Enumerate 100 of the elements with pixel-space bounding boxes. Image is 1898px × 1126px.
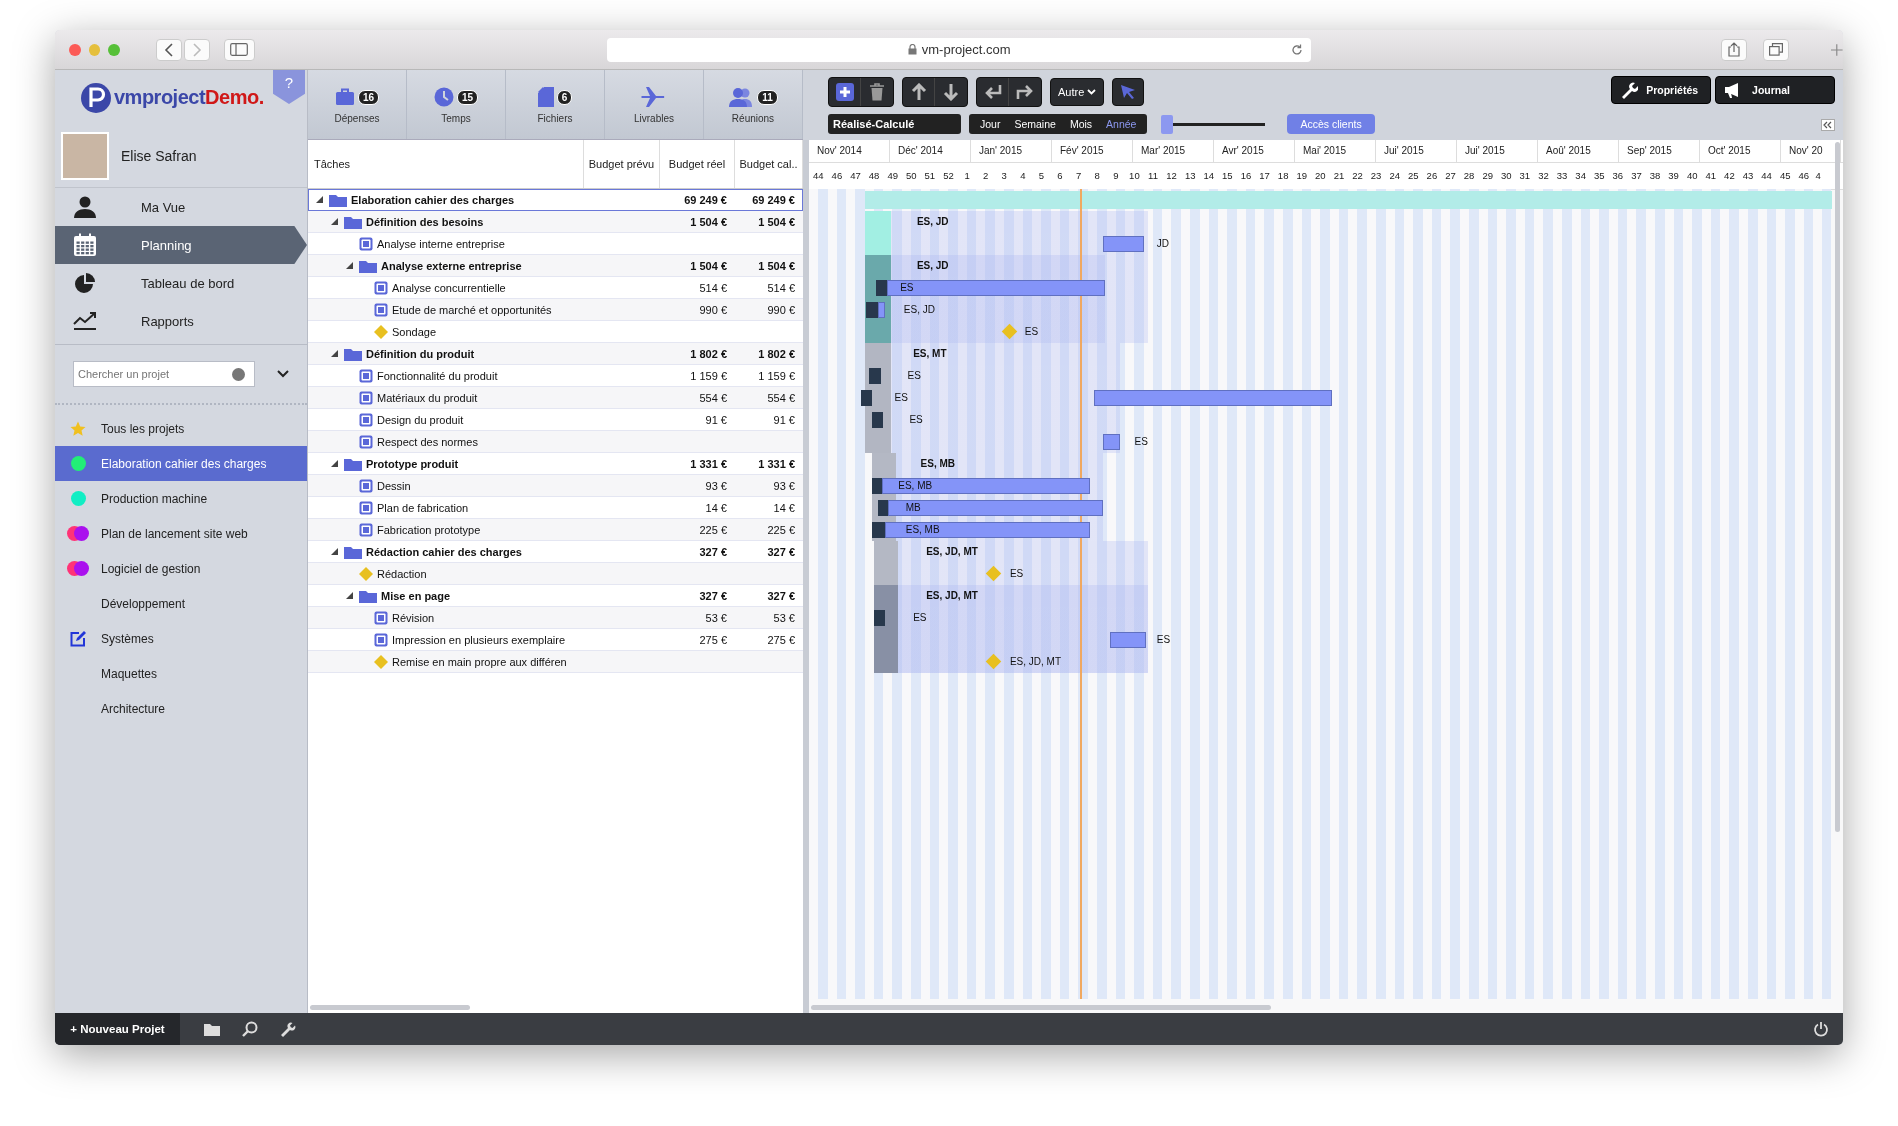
task-row[interactable]: Analyse externe entreprise 1 504 € 1 504 € [308, 255, 803, 277]
close-icon[interactable] [69, 43, 81, 56]
time-scale-tab[interactable]: Jour [973, 118, 1008, 130]
module-tab[interactable]: 16 Dépenses [308, 70, 407, 139]
project-item[interactable]: Logiciel de gestion [55, 551, 307, 586]
collapse-icon[interactable] [1821, 119, 1835, 131]
progress-marker[interactable] [872, 412, 884, 428]
project-item[interactable]: Développement [55, 586, 307, 621]
module-tab[interactable]: 6 Fichiers [506, 70, 605, 139]
module-tab[interactable]: 15 Temps [407, 70, 506, 139]
progress-marker[interactable] [877, 500, 889, 516]
folder-icon[interactable] [204, 1022, 220, 1036]
power-icon[interactable] [1813, 1021, 1829, 1037]
search-field[interactable]: Chercher un projet [73, 361, 255, 387]
folder-icon [344, 346, 362, 361]
pointer-button[interactable] [1112, 78, 1145, 106]
assignee-label: MB [905, 501, 921, 515]
horizontal-scrollbar[interactable] [310, 1005, 470, 1010]
task-name: Matériaux du produit [377, 391, 478, 404]
client-access-button[interactable]: Accès clients [1287, 114, 1375, 134]
tabs-button[interactable] [1763, 38, 1790, 61]
progress-marker[interactable] [865, 302, 878, 318]
plus-icon [835, 83, 854, 101]
task-icon [374, 302, 388, 317]
project-item[interactable]: Elaboration cahier des charges [55, 446, 307, 481]
reload-icon[interactable] [1291, 43, 1304, 56]
tab-label: Livrables [634, 113, 674, 124]
project-item[interactable]: Systèmes [55, 621, 307, 656]
task-row[interactable]: Rédaction [308, 563, 803, 585]
time-scale-tab[interactable]: Année [1099, 118, 1144, 130]
summary-bar[interactable] [874, 585, 899, 607]
address-bar[interactable]: vm-project.com [606, 37, 1312, 62]
new-tab-icon[interactable] [1831, 43, 1843, 56]
task-row[interactable]: Elaboration cahier des charges 69 249 € 69 249 € [308, 189, 803, 211]
sidebar-button[interactable] [223, 38, 255, 61]
task-row[interactable]: Dessin 93 € 93 € [308, 475, 803, 497]
module-tab[interactable]: Livrables [605, 70, 704, 139]
week-number: 11 [1147, 169, 1159, 183]
column-header[interactable]: Budget prévu [584, 140, 660, 188]
task-row[interactable]: Définition du produit 1 802 € 1 802 € [308, 343, 803, 365]
task-bar[interactable] [885, 522, 1090, 538]
search-icon[interactable] [242, 1021, 258, 1037]
assignee-label: ES, JD [916, 215, 949, 229]
journal-button[interactable]: Journal [1715, 76, 1835, 104]
slider-thumb[interactable] [1161, 114, 1174, 134]
task-row[interactable]: Fabrication prototype 225 € 225 € [308, 519, 803, 541]
progress-marker[interactable] [874, 610, 886, 626]
task-bar[interactable] [1102, 434, 1120, 450]
vertical-scrollbar[interactable] [1835, 142, 1840, 832]
airplane-icon [641, 87, 667, 107]
tab-label: Réunions [731, 113, 775, 124]
task-row[interactable]: Définition des besoins 1 504 € 1 504 € [308, 211, 803, 233]
nav-item[interactable]: Tableau de bord [55, 264, 307, 302]
redo-arrow-icon [1016, 84, 1034, 100]
user-icon [73, 196, 97, 218]
task-name: Analyse concurrentielle [392, 281, 506, 294]
budget-value: 69 249 € [684, 193, 727, 206]
more-dropdown[interactable]: Autre [1050, 78, 1105, 106]
time-scale-tab[interactable]: Mois [1062, 118, 1100, 130]
back-button[interactable] [155, 38, 182, 61]
zoom-slider[interactable] [1161, 114, 1266, 134]
task-row[interactable]: Respect des normes [308, 431, 803, 453]
task-bar[interactable] [1102, 236, 1144, 252]
column-header[interactable]: Tâches [308, 140, 584, 188]
project-item[interactable]: Tous les projets [55, 411, 307, 446]
week-number: 12 [1165, 169, 1178, 183]
progress-marker[interactable] [872, 522, 886, 538]
column-header[interactable]: Budget réel [660, 140, 735, 188]
milestone-icon [374, 654, 388, 669]
nav-item[interactable]: Planning [55, 226, 307, 264]
budget-value: 225 € [699, 523, 727, 536]
chevron-down-icon[interactable] [277, 370, 289, 378]
avatar-photo-placeholder [61, 132, 109, 180]
task-row[interactable]: Révision 53 € 53 € [308, 607, 803, 629]
task-row[interactable]: Matériaux du produit 554 € 554 € [308, 387, 803, 409]
budget-value: 275 € [767, 633, 795, 646]
nav-item[interactable]: Rapports [55, 302, 307, 340]
properties-button[interactable]: Propriétés [1611, 76, 1712, 104]
progress-marker[interactable] [872, 478, 883, 494]
task-bar[interactable] [882, 478, 1090, 494]
module-tab[interactable]: 11 Réunions [704, 70, 803, 139]
project-item[interactable]: Plan de lancement site web [55, 516, 307, 551]
week-number: 20 [1314, 169, 1327, 183]
share-button[interactable] [1721, 38, 1748, 61]
new-project-button[interactable]: + Nouveau Projet [55, 1013, 180, 1045]
project-item[interactable]: Architecture [55, 691, 307, 726]
summary-bar[interactable] [864, 255, 891, 277]
time-scale-tab[interactable]: Semaine [1007, 118, 1063, 130]
mode-dropdown[interactable]: Réalisé-Calculé [828, 114, 961, 134]
progress-marker[interactable] [861, 390, 873, 406]
project-item[interactable]: Maquettes [55, 656, 307, 691]
nav-item[interactable]: Ma Vue [55, 188, 307, 226]
wrench-icon[interactable] [280, 1021, 296, 1037]
progress-marker[interactable] [875, 280, 888, 296]
project-item[interactable]: Production machine [55, 481, 307, 516]
task-bar[interactable] [877, 302, 886, 318]
task-row[interactable]: Remise en main propre aux différen [308, 651, 803, 673]
task-row[interactable]: Etude de marché et opportunités 990 € 990 € [308, 299, 803, 321]
progress-marker[interactable] [869, 368, 881, 384]
horizontal-scrollbar[interactable] [811, 1005, 1271, 1010]
